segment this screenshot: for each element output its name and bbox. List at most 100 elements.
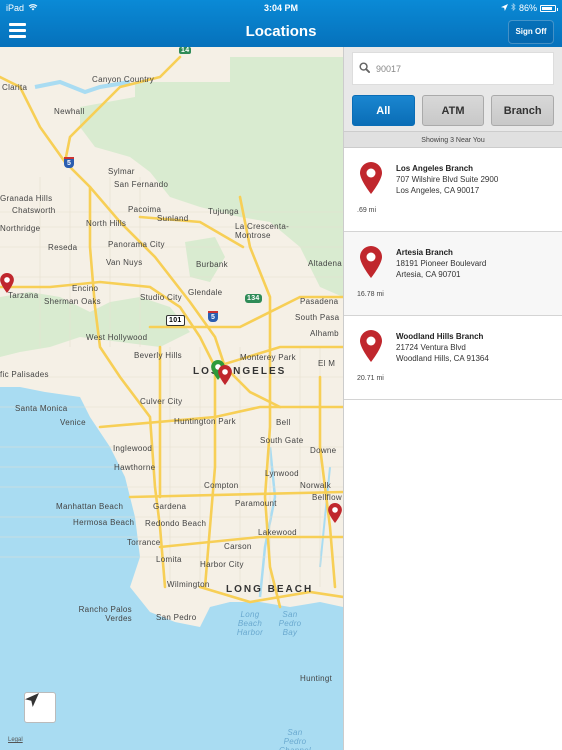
map-label: Pasadena	[300, 297, 339, 306]
highway-shield-134: 134	[245, 294, 262, 303]
search-icon	[359, 60, 370, 78]
nav-bar: Locations Sign Off	[0, 17, 562, 47]
us-route-shield-101: 101	[166, 315, 185, 326]
sign-off-button[interactable]: Sign Off	[508, 20, 554, 44]
result-name: Artesia Branch	[396, 248, 453, 257]
map-label: Sherman Oaks	[44, 297, 101, 306]
map-label: La Crescenta-	[235, 222, 290, 231]
map-label: Redondo Beach	[145, 519, 207, 528]
map-label: San Fernando	[114, 180, 169, 189]
map-pin-woodland-hills[interactable]	[0, 273, 14, 293]
map-label: Hermosa Beach	[73, 518, 135, 527]
map-label: Lynwood	[265, 469, 299, 478]
result-distance: 20.71 mi	[357, 375, 384, 382]
map-label: San Pedro	[156, 613, 197, 622]
legal-link[interactable]: Legal	[8, 737, 23, 743]
map-view[interactable]: Canyon Country Clarita Newhall Sylmar Sa…	[0, 47, 343, 750]
map-label: Sylmar	[108, 167, 135, 176]
map-label: Torrance	[127, 538, 161, 547]
map-label: Lakewood	[258, 528, 297, 537]
map-label-long-beach: Long Beach	[226, 584, 314, 595]
map-label: Compton	[204, 481, 239, 490]
map-pin-artesia[interactable]	[328, 503, 342, 523]
map-label: Sunland	[157, 214, 189, 223]
map-label: Studio City	[140, 293, 182, 302]
map-label: Gardena	[153, 502, 187, 511]
map-label: Paramount	[235, 499, 277, 508]
map-label: Beverly Hills	[134, 351, 182, 360]
locate-me-button[interactable]	[24, 692, 56, 723]
filter-branch-button[interactable]: Branch	[491, 95, 555, 126]
status-bar: iPad 3:04 PM 86%	[0, 0, 562, 16]
map-label: Burbank	[196, 260, 228, 269]
results-summary: Showing 3 Near You	[344, 131, 562, 148]
battery-percent: 86%	[518, 3, 537, 13]
map-label: Glendale	[188, 288, 223, 297]
map-label: Northridge	[0, 224, 41, 233]
map-label: El M	[318, 359, 336, 368]
map-label: Venice	[60, 418, 86, 427]
map-label: Huntingt	[300, 674, 333, 683]
map-pin-icon	[360, 246, 382, 278]
filter-atm-button[interactable]: ATM	[421, 95, 485, 126]
map-pin-icon	[360, 330, 382, 362]
map-label: Manhattan Beach	[56, 502, 124, 511]
result-address: 707 Wilshire Blvd Suite 2900 Los Angeles…	[396, 175, 498, 196]
filter-all-button[interactable]: All	[352, 95, 415, 126]
result-item-woodland-hills[interactable]: 20.71 mi Woodland Hills Branch 21724 Ven…	[344, 316, 562, 400]
map-label-water: San Pedro Bay	[278, 610, 302, 637]
map-label: South Gate	[260, 436, 304, 445]
map-label: Inglewood	[113, 444, 153, 453]
result-distance: 16.78 mi	[357, 291, 384, 298]
map-label-water: San Pedro Channel	[279, 728, 311, 750]
result-name: Los Angeles Branch	[396, 164, 474, 173]
map-pin-icon	[360, 162, 382, 194]
map-label: fic Palisades	[0, 370, 49, 379]
battery-icon	[540, 4, 558, 12]
status-time: 3:04 PM	[263, 3, 298, 13]
address-line-1: 707 Wilshire Blvd Suite 2900	[396, 175, 499, 184]
address-line-2: Los Angeles, CA 90017	[396, 185, 480, 195]
map-label: Santa Monica	[15, 404, 68, 413]
search-input[interactable]	[376, 63, 536, 74]
result-item-los-angeles[interactable]: .69 mi Los Angeles Branch 707 Wilshire B…	[344, 148, 562, 232]
map-label: Van Nuys	[106, 258, 143, 267]
highway-shield-14: 14	[179, 47, 192, 54]
page-title: Locations	[245, 23, 317, 40]
map-label: Tujunga	[208, 207, 239, 216]
result-name: Woodland Hills Branch	[396, 332, 484, 341]
map-label: Granada Hills	[0, 194, 53, 203]
map-label: Altadena	[308, 259, 342, 268]
search-box[interactable]	[352, 52, 554, 85]
app-header: iPad 3:04 PM 86% Locations Sign Off	[0, 0, 562, 47]
map-label: Encino	[72, 284, 99, 293]
address-line-1: 18191 Pioneer Boulevard	[396, 259, 487, 268]
locations-sidebar: All ATM Branch Showing 3 Near You .69 mi…	[343, 47, 562, 750]
map-label: Bellflow	[312, 493, 342, 502]
result-address: 21724 Ventura Blvd Woodland Hills, CA 91…	[396, 343, 489, 364]
search-area	[344, 47, 562, 90]
map-label: Clarita	[2, 83, 28, 92]
map-label: Chatsworth	[12, 206, 56, 215]
result-distance: .69 mi	[357, 207, 377, 214]
map-pin-los-angeles[interactable]	[218, 365, 232, 385]
map-label-water: Long Beach Harbor	[236, 610, 264, 637]
address-line-1: 21724 Ventura Blvd	[396, 343, 466, 352]
interstate-shield-5: 5	[64, 157, 75, 168]
map-label: Norwalk	[300, 481, 331, 490]
location-services-icon	[500, 3, 508, 13]
map-label: West Hollywood	[86, 333, 148, 342]
bluetooth-icon	[511, 2, 516, 13]
address-line-2: Artesia, CA 90701	[396, 269, 461, 279]
map-label: Newhall	[54, 107, 85, 116]
map-label: Downe	[310, 446, 337, 455]
map-label-los-angeles: Los Angeles	[193, 366, 287, 377]
map-label: Wilmington	[167, 580, 210, 589]
map-label: Huntington Park	[174, 417, 236, 426]
map-label: Harbor City	[200, 560, 244, 569]
result-address: 18191 Pioneer Boulevard Artesia, CA 9070…	[396, 259, 486, 280]
map-label: Carson	[224, 542, 252, 551]
result-item-artesia[interactable]: 16.78 mi Artesia Branch 18191 Pioneer Bo…	[344, 232, 562, 316]
map-label: Pacoima	[128, 205, 162, 214]
map-label: Canyon Country	[92, 75, 155, 84]
